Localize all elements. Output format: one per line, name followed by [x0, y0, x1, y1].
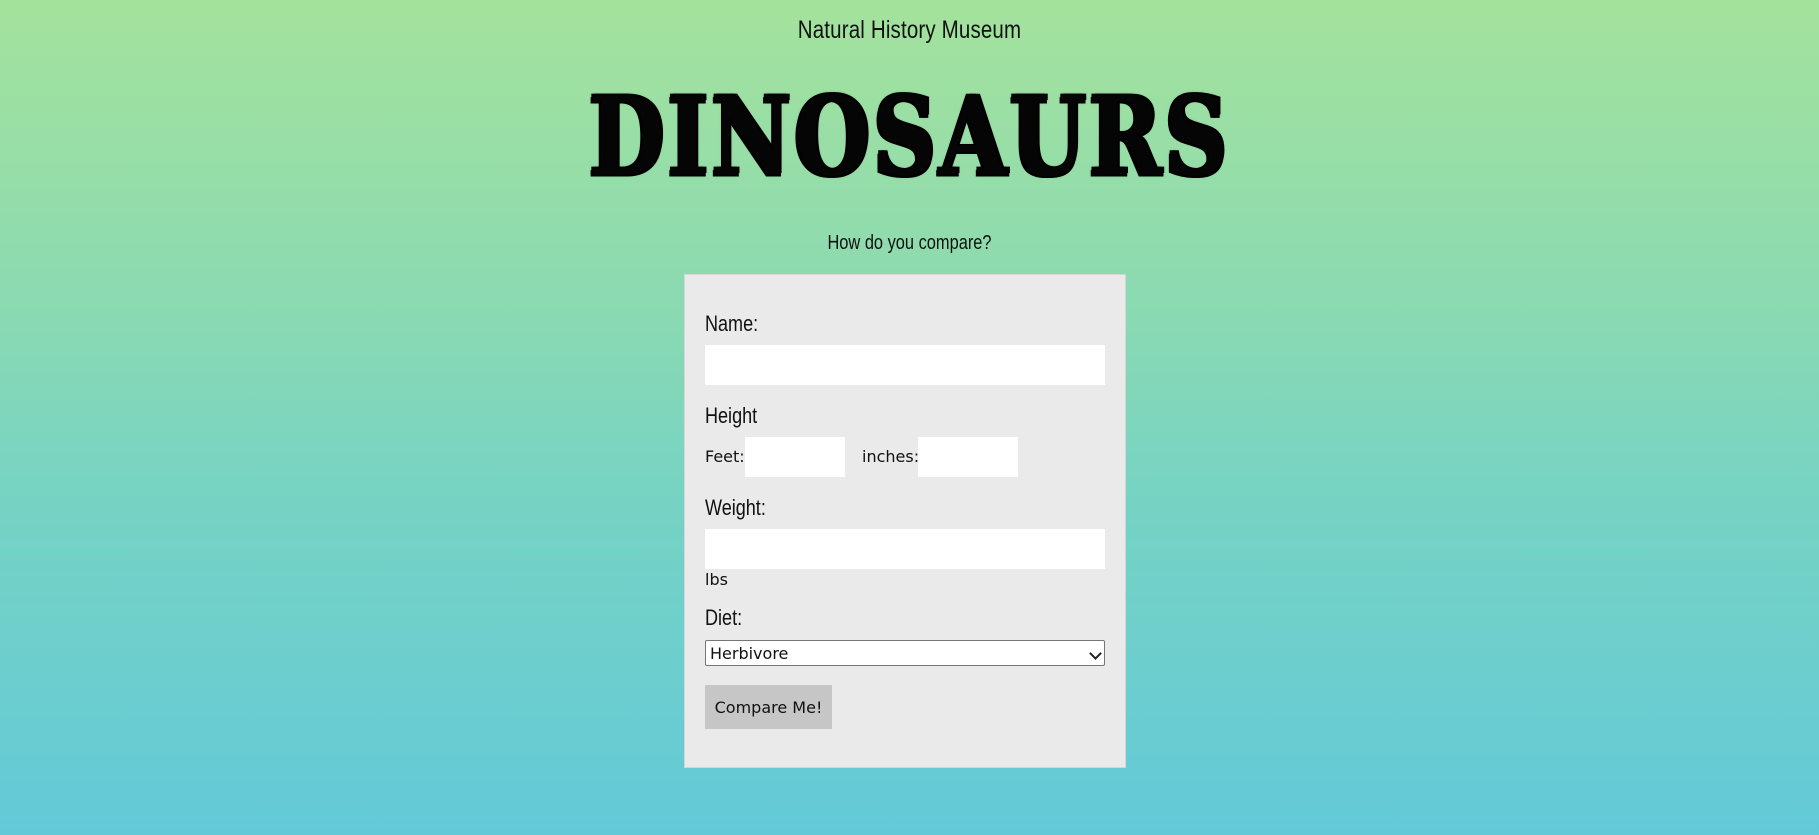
- name-label: Name:: [705, 311, 759, 336]
- weight-label: Weight:: [705, 495, 766, 520]
- compare-button[interactable]: Compare Me!: [705, 685, 832, 729]
- name-input[interactable]: [705, 345, 1105, 385]
- weight-unit-label: lbs: [705, 570, 728, 589]
- diet-selected-value: Herbivore: [710, 644, 789, 663]
- weight-input[interactable]: [705, 529, 1105, 569]
- hero-title: Dinosaurs: [588, 72, 1231, 201]
- feet-label: Feet:: [705, 447, 745, 466]
- hero-banner: Dinosaurs: [0, 78, 1819, 196]
- chevron-down-icon: [1089, 647, 1102, 660]
- height-label: Height: [705, 403, 758, 428]
- page-subtitle: How do you compare?: [827, 232, 992, 254]
- diet-select[interactable]: Herbivore: [705, 640, 1105, 666]
- compare-form: Name: Height Feet: inches: Weight: lbs D…: [684, 274, 1126, 768]
- diet-label: Diet:: [705, 605, 743, 630]
- feet-input[interactable]: [745, 437, 845, 477]
- inches-input[interactable]: [918, 437, 1018, 477]
- inches-label: inches:: [862, 447, 920, 466]
- museum-name: Natural History Museum: [797, 16, 1022, 44]
